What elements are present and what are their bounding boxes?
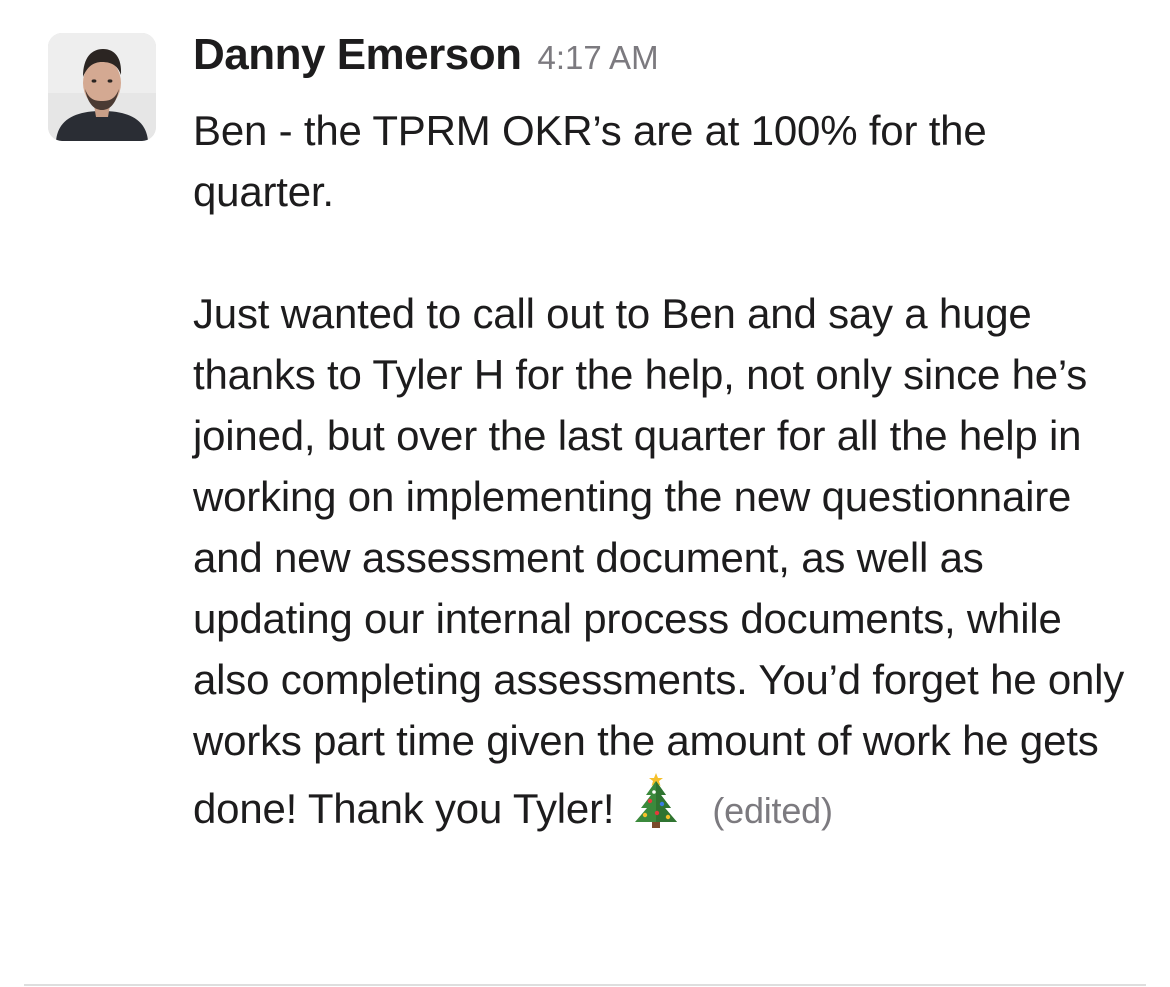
message-paragraph-text: Just wanted to call out to Ben and say a… [193, 290, 1125, 832]
message: Danny Emerson 4:17 AM Ben - the TPRM OKR… [0, 0, 1170, 987]
message-timestamp[interactable]: 4:17 AM [537, 39, 658, 77]
avatar[interactable] [48, 33, 156, 141]
edited-label: (edited) [712, 790, 833, 831]
message-body: Ben - the TPRM OKR’s are at 100% for the… [193, 100, 1133, 841]
divider [24, 984, 1146, 986]
message-paragraph: Just wanted to call out to Ben and say a… [193, 283, 1133, 841]
avatar-photo [48, 33, 156, 141]
christmas-tree-icon [630, 771, 682, 829]
message-header: Danny Emerson 4:17 AM [193, 30, 659, 94]
message-paragraph: Ben - the TPRM OKR’s are at 100% for the… [193, 107, 987, 215]
sender-name[interactable]: Danny Emerson [193, 30, 522, 80]
